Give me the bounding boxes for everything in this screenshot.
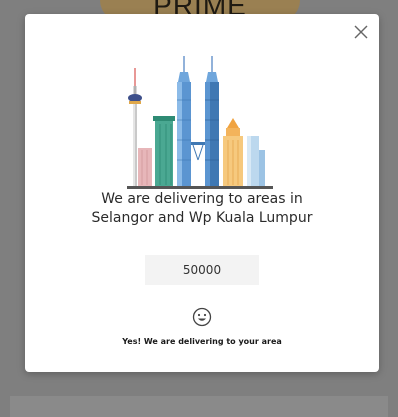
close-icon[interactable] bbox=[351, 22, 371, 42]
delivery-heading-line1: We are delivering to areas in bbox=[101, 191, 303, 207]
light-blue-building bbox=[247, 136, 265, 187]
petronas-tower-right bbox=[205, 56, 219, 187]
background-footer-bar bbox=[10, 396, 388, 417]
delivery-status-message: Yes! We are delivering to your area bbox=[122, 337, 282, 346]
pink-building bbox=[138, 148, 152, 187]
delivery-area-modal: We are delivering to areas in Selangor a… bbox=[25, 14, 379, 372]
teal-building bbox=[153, 116, 175, 187]
postcode-input[interactable] bbox=[145, 255, 259, 285]
orange-building bbox=[223, 118, 243, 187]
delivery-heading: We are delivering to areas in Selangor a… bbox=[25, 190, 379, 228]
delivery-heading-line2: Selangor and Wp Kuala Lumpur bbox=[91, 210, 313, 226]
skybridge bbox=[191, 142, 205, 161]
petronas-tower-left bbox=[177, 56, 191, 187]
kuala-lumpur-skyline-illustration bbox=[127, 56, 273, 189]
smiley-icon bbox=[192, 307, 212, 327]
ground-line bbox=[127, 186, 273, 189]
